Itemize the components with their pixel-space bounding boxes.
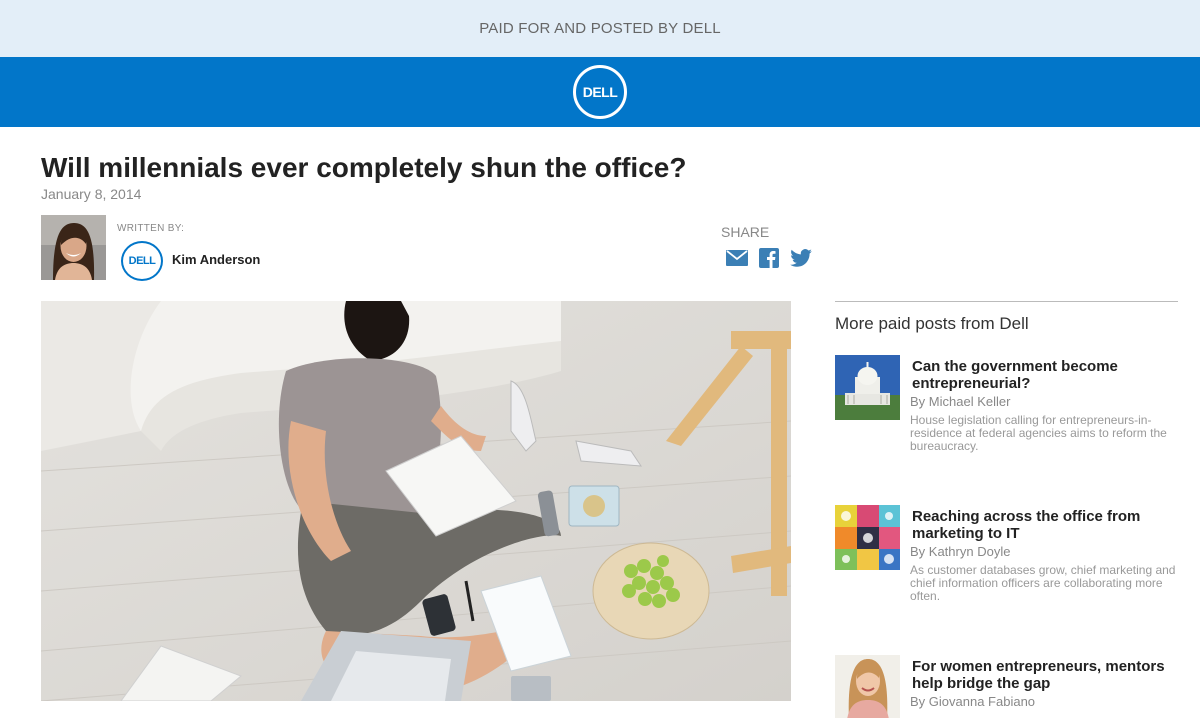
sidebar-divider <box>835 301 1178 302</box>
related-post-title[interactable]: Can the government become entrepreneuria… <box>912 358 1177 392</box>
related-post-description: House legislation calling for entreprene… <box>910 413 1167 453</box>
author-dell-logo: DELL <box>121 241 163 281</box>
article-title: Will millennials ever completely shun th… <box>41 152 687 183</box>
author-avatar <box>41 215 106 280</box>
related-post-title[interactable]: For women entrepreneurs, mentors help br… <box>912 658 1177 692</box>
related-post-author: By Michael Keller <box>910 394 1011 409</box>
hero-image <box>41 301 791 701</box>
related-post-description: As customer databases grow, chief market… <box>910 563 1176 603</box>
email-icon[interactable] <box>726 248 748 268</box>
author-name[interactable]: Kim Anderson <box>172 252 260 267</box>
paid-post-banner: PAID FOR AND POSTED BY DELL <box>0 0 1200 57</box>
paid-post-label: PAID FOR AND POSTED BY DELL <box>479 20 721 37</box>
related-post-title[interactable]: Reaching across the office from marketin… <box>912 508 1177 542</box>
dell-logo-text: DELL <box>582 84 618 100</box>
article-date: January 8, 2014 <box>41 186 142 202</box>
written-by-label: WRITTEN BY: <box>117 223 185 234</box>
brand-header: DELL <box>0 57 1200 127</box>
related-post-thumbnail[interactable] <box>835 355 900 420</box>
dell-logo[interactable]: DELL <box>573 65 627 119</box>
related-post-author: By Giovanna Fabiano <box>910 694 1036 709</box>
facebook-icon[interactable] <box>758 248 780 268</box>
twitter-icon[interactable] <box>790 248 812 268</box>
related-post-thumbnail[interactable] <box>835 655 900 718</box>
author-dell-logo-text: DELL <box>128 255 156 267</box>
related-post-author: By Kathryn Doyle <box>910 544 1011 559</box>
related-post-thumbnail[interactable] <box>835 505 900 570</box>
sidebar-heading: More paid posts from Dell <box>835 314 1029 333</box>
share-icons <box>726 248 812 268</box>
share-label: SHARE <box>721 224 770 240</box>
